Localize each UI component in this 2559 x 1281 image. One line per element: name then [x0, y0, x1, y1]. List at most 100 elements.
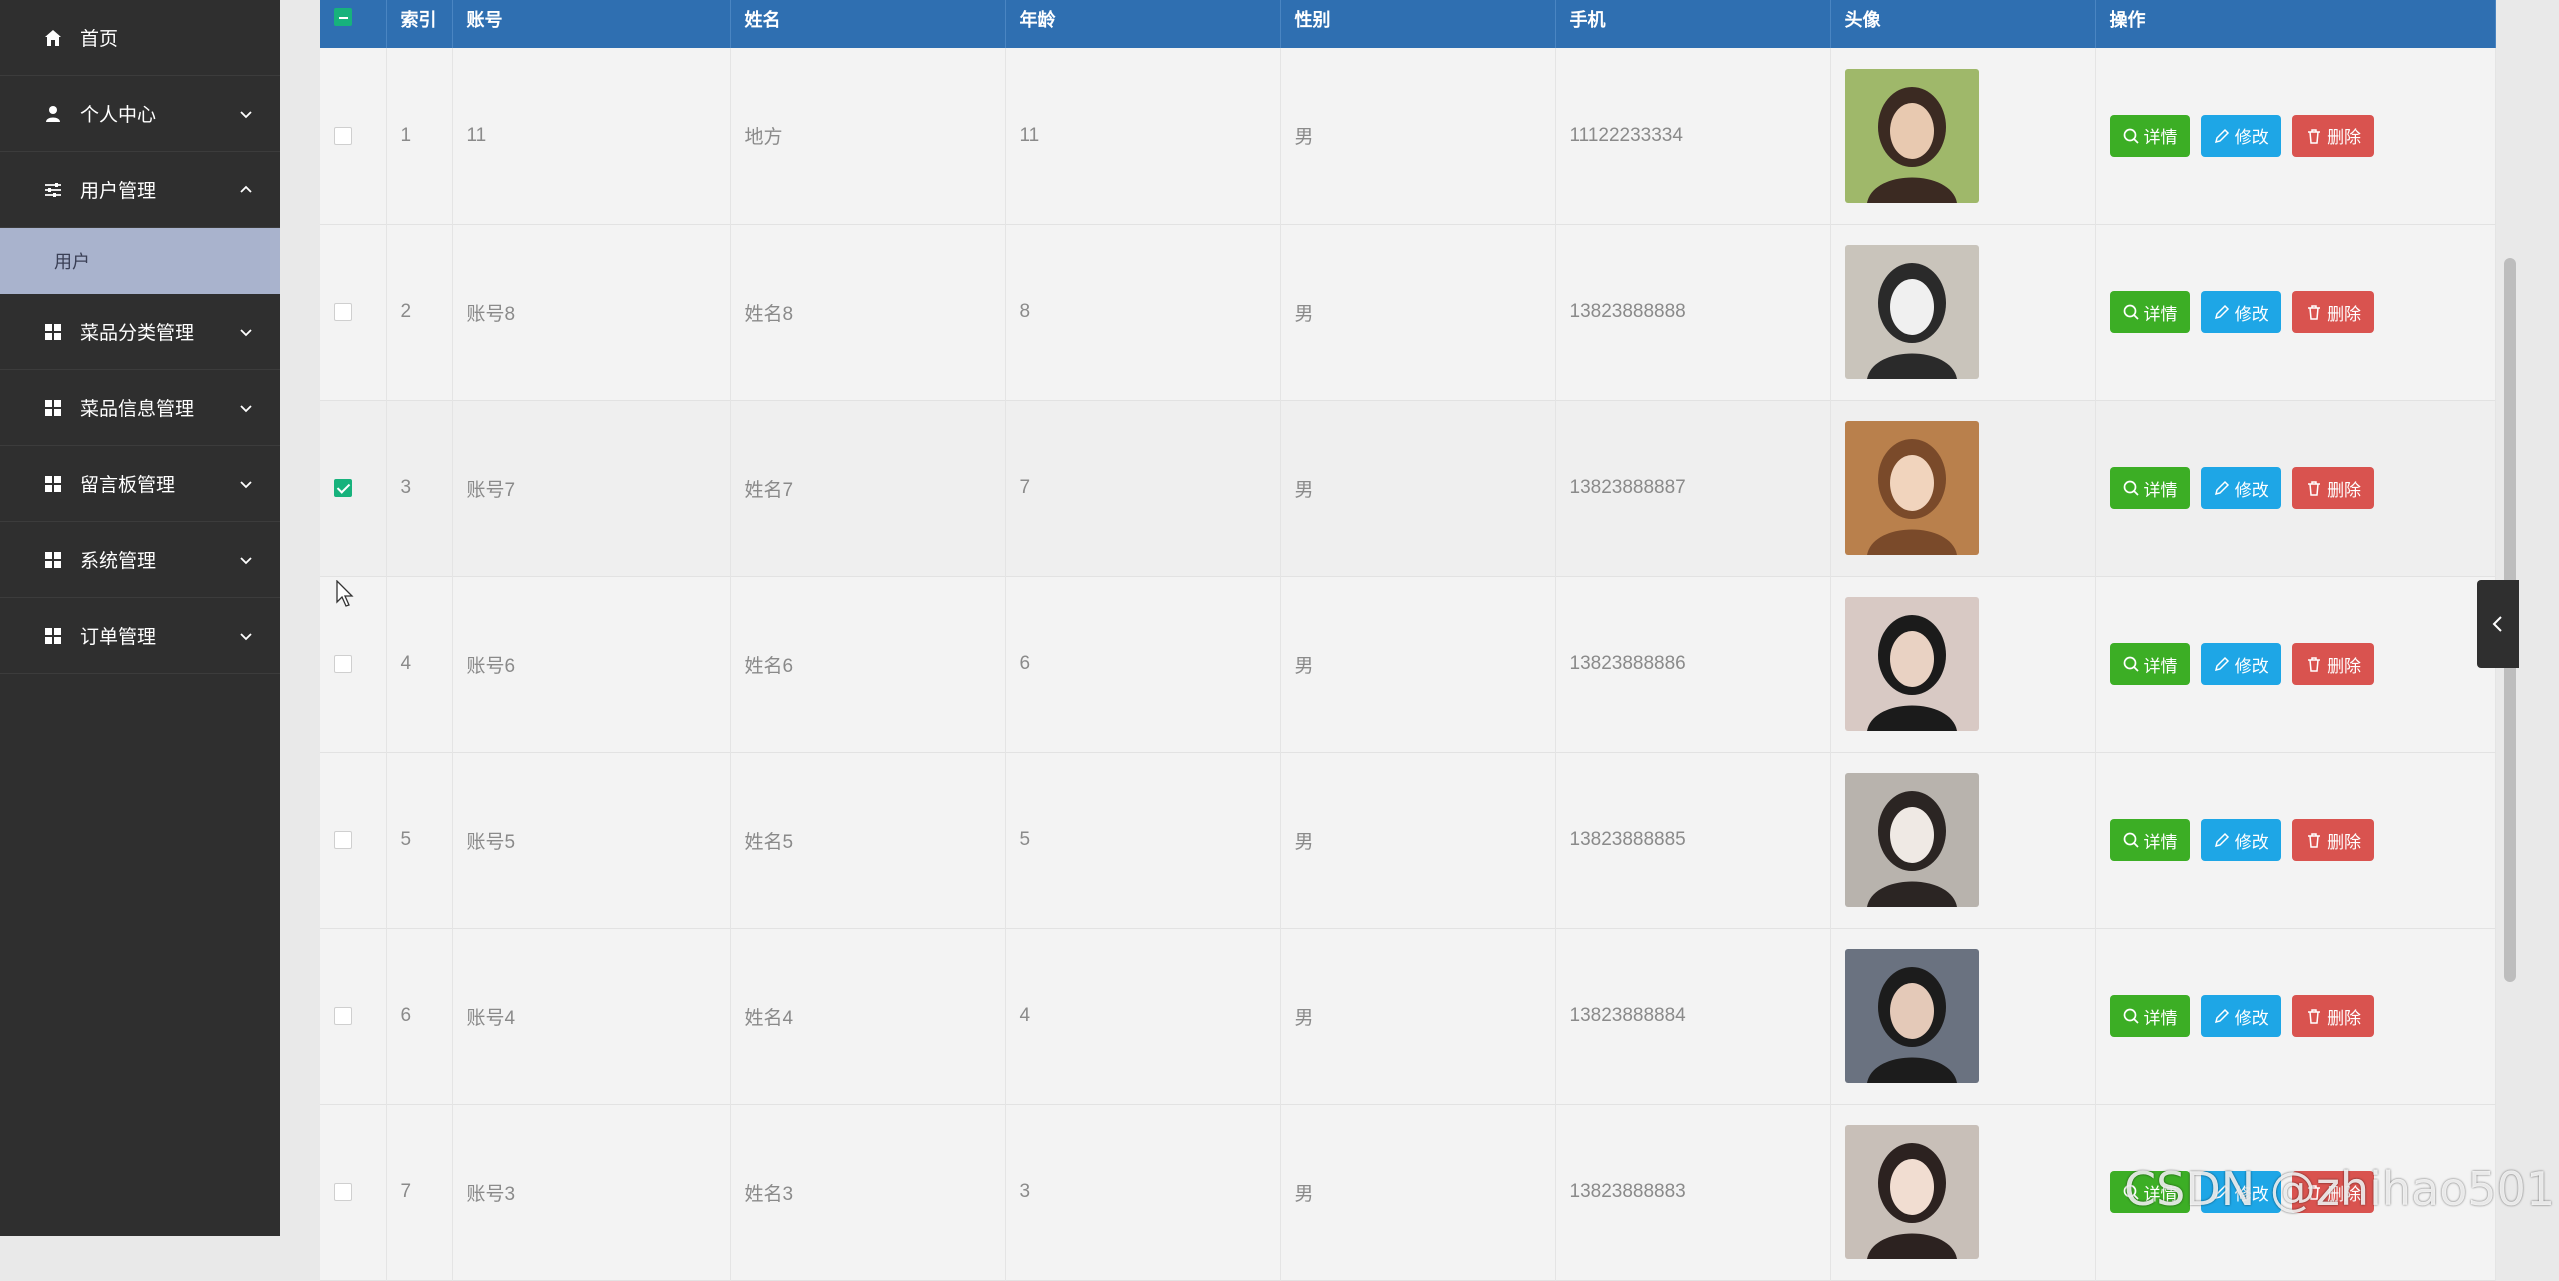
row-select-cell[interactable]: [320, 752, 387, 928]
sidebar-item-dish-info[interactable]: 菜品信息管理: [0, 370, 280, 446]
avatar: [1844, 597, 1979, 731]
row-checkbox[interactable]: [334, 126, 352, 145]
cell-actions: 详情 修改 删除: [2095, 224, 2496, 400]
row-select-cell[interactable]: [320, 1104, 387, 1280]
mouse-cursor-icon: [336, 580, 354, 607]
cell-actions: 详情 修改 删除: [2095, 752, 2496, 928]
cell-avatar: [1830, 1104, 2096, 1280]
delete-button-label: 删除: [2327, 128, 2362, 148]
table-row[interactable]: 5 账号5 姓名5 5 男 13823888885 详情 修改 删除: [320, 752, 2496, 928]
row-checkbox[interactable]: [334, 654, 352, 673]
table-row[interactable]: 4 账号6 姓名6 6 男 13823888886 详情 修改 删除: [320, 576, 2496, 752]
edit-button-label: 修改: [2234, 480, 2269, 500]
detail-button[interactable]: 详情: [2109, 995, 2190, 1037]
trash-icon: [2308, 481, 2321, 496]
cell-phone: 13823888884: [1555, 928, 1831, 1104]
sidebar-item-label: 用户管理: [80, 181, 157, 202]
cell-age: 11: [1005, 48, 1281, 224]
detail-button-label: 详情: [2143, 304, 2178, 324]
avatar: [1844, 421, 1979, 555]
table-row[interactable]: 2 账号8 姓名8 8 男 13823888888 详情 修改 删除: [320, 224, 2496, 400]
row-checkbox[interactable]: [334, 830, 352, 849]
grid-icon: [42, 321, 64, 343]
select-all-cell[interactable]: [320, 0, 387, 48]
sidebar-item-label: 首页: [80, 29, 119, 50]
detail-button[interactable]: 详情: [2109, 819, 2190, 861]
edit-button[interactable]: 修改: [2200, 819, 2281, 861]
delete-button[interactable]: 删除: [2292, 291, 2375, 333]
detail-button[interactable]: 详情: [2109, 467, 2190, 509]
cell-index: 2: [386, 224, 453, 400]
row-select-cell[interactable]: [320, 928, 387, 1104]
detail-button[interactable]: 详情: [2109, 291, 2190, 333]
cell-name: 地方: [730, 48, 1006, 224]
sidebar-item-home[interactable]: 首页: [0, 0, 280, 76]
edit-button-label: 修改: [2234, 128, 2269, 148]
sidebar-item-personal-center[interactable]: 个人中心: [0, 76, 280, 152]
row-select-cell[interactable]: [320, 400, 387, 576]
search-icon: [2123, 656, 2139, 672]
cell-phone: 13823888886: [1555, 576, 1831, 752]
sidebar-subitem-user[interactable]: 用户: [0, 228, 280, 294]
edit-button-label: 修改: [2234, 832, 2269, 852]
row-checkbox[interactable]: [334, 1006, 352, 1025]
select-all-checkbox[interactable]: [334, 8, 352, 27]
cell-actions: 详情 修改 删除: [2095, 576, 2496, 752]
cell-avatar: [1830, 752, 2096, 928]
cell-account: 账号4: [452, 928, 731, 1104]
detail-button[interactable]: 详情: [2109, 643, 2190, 685]
table-row[interactable]: 6 账号4 姓名4 4 男 13823888884 详情 修改 删除: [320, 928, 2496, 1104]
row-select-cell[interactable]: [320, 48, 387, 224]
delete-button-label: 删除: [2327, 1008, 2362, 1028]
delete-button[interactable]: 删除: [2292, 819, 2375, 861]
chevron-down-icon: [240, 404, 252, 412]
edit-button[interactable]: 修改: [2200, 643, 2281, 685]
edit-button[interactable]: 修改: [2200, 114, 2281, 157]
header-actions: 操作: [2095, 0, 2496, 48]
sidebar-item-message-board[interactable]: 留言板管理: [0, 446, 280, 522]
edit-button[interactable]: 修改: [2200, 291, 2281, 333]
header-account: 账号: [452, 0, 731, 48]
cell-gender: 男: [1280, 752, 1556, 928]
edit-button[interactable]: 修改: [2200, 995, 2281, 1037]
delete-button[interactable]: 删除: [2292, 643, 2375, 685]
cell-age: 5: [1005, 752, 1281, 928]
sidebar-item-system-management[interactable]: 系统管理: [0, 522, 280, 598]
sidebar-item-label: 菜品分类管理: [80, 323, 195, 344]
sidebar-item-label: 留言板管理: [80, 475, 176, 496]
header-gender: 性别: [1280, 0, 1556, 48]
cell-account: 账号6: [452, 576, 731, 752]
cell-avatar: [1830, 224, 2096, 400]
delete-button[interactable]: 删除: [2292, 995, 2375, 1037]
sidebar-item-label: 菜品信息管理: [80, 399, 195, 420]
cell-index: 6: [386, 928, 453, 1104]
detail-button[interactable]: 详情: [2109, 114, 2190, 157]
user-table: 索引 账号 姓名 年龄 性别 手机 头像 操作 1 11 地方 11 男 111…: [320, 0, 2496, 1281]
table-row[interactable]: 1 11 地方 11 男 11122233334 详情 修改 删除: [320, 48, 2496, 224]
row-checkbox[interactable]: [334, 478, 352, 497]
cell-account: 账号7: [452, 400, 731, 576]
row-checkbox[interactable]: [334, 302, 352, 321]
delete-button-label: 删除: [2327, 304, 2362, 324]
cell-gender: 男: [1280, 928, 1556, 1104]
trash-icon: [2308, 1009, 2321, 1024]
delete-button-label: 删除: [2327, 480, 2362, 500]
header-name: 姓名: [730, 0, 1006, 48]
delete-button[interactable]: 删除: [2292, 114, 2375, 157]
grid-icon: [42, 473, 64, 495]
detail-button-label: 详情: [2143, 480, 2178, 500]
search-icon: [2123, 832, 2139, 848]
cell-phone: 13823888888: [1555, 224, 1831, 400]
sidebar-item-user-management[interactable]: 用户管理: [0, 152, 280, 228]
row-checkbox[interactable]: [334, 1182, 352, 1201]
home-icon: [42, 27, 64, 49]
row-select-cell[interactable]: [320, 224, 387, 400]
edit-button[interactable]: 修改: [2200, 467, 2281, 509]
delete-button[interactable]: 删除: [2292, 467, 2375, 509]
avatar: [1844, 245, 1979, 379]
trash-icon: [2308, 657, 2321, 672]
sidebar-item-order-management[interactable]: 订单管理: [0, 598, 280, 674]
sidebar-item-dish-category[interactable]: 菜品分类管理: [0, 294, 280, 370]
side-panel-toggle[interactable]: [2477, 580, 2519, 668]
table-row[interactable]: 3 账号7 姓名7 7 男 13823888887 详情 修改 删除: [320, 400, 2496, 576]
